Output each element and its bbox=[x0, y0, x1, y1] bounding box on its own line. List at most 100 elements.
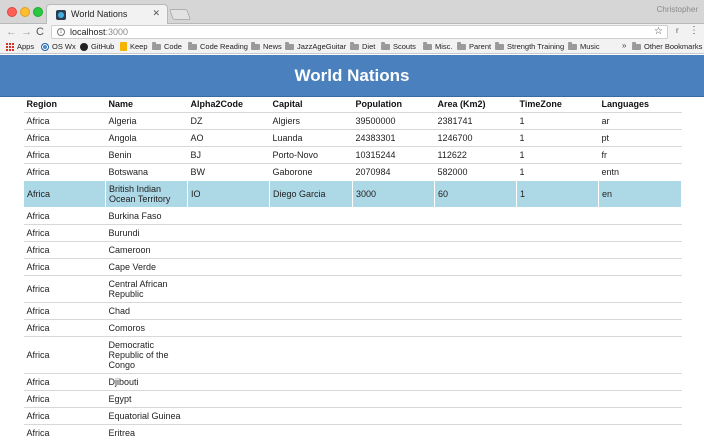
window-zoom-button[interactable] bbox=[33, 7, 43, 17]
cell-timezone bbox=[516, 389, 599, 407]
cell-name: Benin bbox=[105, 145, 188, 163]
cell-alpha2code: IO bbox=[187, 179, 270, 208]
bookmark-scouts[interactable]: Scouts bbox=[381, 41, 416, 52]
table-row[interactable]: Africa Djibouti bbox=[23, 372, 682, 390]
table-row[interactable]: Africa Cape Verde bbox=[23, 257, 682, 275]
cell-alpha2code bbox=[187, 318, 270, 336]
page-title: World Nations bbox=[294, 65, 410, 85]
reload-icon[interactable]: C bbox=[36, 25, 44, 39]
keep-icon bbox=[120, 42, 127, 51]
cell-population bbox=[352, 206, 435, 224]
cell-region: Africa bbox=[23, 257, 106, 275]
bookmark-label: JazzAgeGuitar bbox=[297, 42, 347, 51]
table-row[interactable]: Africa Comoros bbox=[23, 318, 682, 336]
cell-timezone bbox=[516, 240, 599, 258]
cell-area bbox=[434, 301, 517, 319]
profile-name[interactable]: Christopher bbox=[657, 5, 698, 14]
cell-region: Africa bbox=[23, 372, 106, 390]
url-text[interactable]: localhost:3000 bbox=[70, 27, 128, 37]
back-arrow-icon[interactable]: ← bbox=[6, 25, 17, 39]
cell-area bbox=[434, 372, 517, 390]
bookmark-label: OS Wx bbox=[52, 42, 76, 51]
cell-name: Cape Verde bbox=[105, 257, 188, 275]
bookmarks-overflow-icon[interactable]: » bbox=[622, 41, 626, 50]
cell-region: Africa bbox=[23, 179, 106, 208]
forward-arrow-icon[interactable]: → bbox=[21, 25, 32, 39]
browser-menu-icon[interactable]: ⋮ bbox=[689, 25, 699, 37]
bookmark-parent[interactable]: Parent bbox=[457, 41, 491, 52]
cell-alpha2code: BW bbox=[187, 162, 270, 180]
window-close-button[interactable] bbox=[7, 7, 17, 17]
column-header-population[interactable]: Population bbox=[353, 97, 435, 112]
info-icon[interactable]: i bbox=[57, 28, 65, 36]
table-row[interactable]: Africa Equatorial Guinea bbox=[23, 406, 682, 424]
apps-grid-icon bbox=[6, 42, 14, 51]
table-row[interactable]: Africa Burundi bbox=[23, 223, 682, 241]
column-header-timezone[interactable]: TimeZone bbox=[517, 97, 599, 112]
cell-population bbox=[352, 423, 435, 440]
column-header-region[interactable]: Region bbox=[24, 97, 106, 112]
extension-icon[interactable]: r bbox=[676, 26, 679, 35]
bookmark-github[interactable]: GitHub bbox=[80, 41, 114, 52]
column-header-alpha2code[interactable]: Alpha2Code bbox=[188, 97, 270, 112]
cell-alpha2code bbox=[187, 335, 270, 373]
bookmark-label: Misc. bbox=[435, 42, 453, 51]
table-row[interactable]: Africa Benin BJ Porto-Novo 10315244 112622 1 fr bbox=[23, 145, 682, 163]
cell-name: Burkina Faso bbox=[105, 206, 188, 224]
bookmark-keep[interactable]: Keep bbox=[120, 41, 148, 52]
browser-tab-strip: World Nations ✕ Christopher bbox=[0, 0, 704, 24]
table-row[interactable]: Africa Burkina Faso bbox=[23, 206, 682, 224]
cell-name: Chad bbox=[105, 301, 188, 319]
cell-population bbox=[352, 274, 435, 302]
column-header-area[interactable]: Area (Km2) bbox=[435, 97, 517, 112]
new-tab-button[interactable] bbox=[168, 9, 192, 20]
table-row[interactable]: Africa Central African Republic bbox=[23, 274, 682, 302]
cell-timezone: 1 bbox=[516, 128, 599, 146]
column-header-capital[interactable]: Capital bbox=[270, 97, 353, 112]
cell-capital bbox=[269, 318, 353, 336]
cell-capital: Algiers bbox=[269, 111, 353, 129]
table-row[interactable]: Africa Egypt bbox=[23, 389, 682, 407]
browser-tab-active[interactable]: World Nations ✕ bbox=[46, 4, 168, 24]
bookmark-strength-training[interactable]: Strength Training bbox=[495, 41, 564, 52]
bookmark-label: Strength Training bbox=[507, 42, 565, 51]
tab-title: World Nations bbox=[71, 9, 128, 19]
bookmark-code[interactable]: Code bbox=[152, 41, 182, 52]
cell-area bbox=[434, 257, 517, 275]
table-row[interactable]: Africa Algeria DZ Algiers 39500000 2381741 1 ar bbox=[23, 111, 682, 129]
bookmark-label: Parent bbox=[469, 42, 492, 51]
cell-region: Africa bbox=[23, 389, 106, 407]
bookmark-code-reading[interactable]: Code Reading bbox=[188, 41, 248, 52]
address-bar[interactable]: i localhost:3000 ☆ bbox=[51, 25, 668, 39]
bookmark-star-icon[interactable]: ☆ bbox=[654, 26, 663, 37]
column-header-name[interactable]: Name bbox=[106, 97, 188, 112]
window-minimize-button[interactable] bbox=[20, 7, 30, 17]
cell-area bbox=[434, 389, 517, 407]
column-header-languages[interactable]: Languages bbox=[599, 97, 682, 112]
table-row[interactable]: Africa Chad bbox=[23, 301, 682, 319]
bookmark-os-wx[interactable]: OS Wx bbox=[41, 41, 76, 52]
cell-population bbox=[352, 406, 435, 424]
table-row[interactable]: Africa Angola AO Luanda 24383301 1246700 1 pt bbox=[23, 128, 682, 146]
close-icon[interactable]: ✕ bbox=[152, 8, 160, 19]
table-row[interactable]: Africa Eritrea bbox=[23, 423, 682, 440]
bookmark-misc[interactable]: Misc. bbox=[423, 41, 453, 52]
bookmark-other-bookmarks[interactable]: Other Bookmarks bbox=[632, 41, 702, 52]
bookmark-label: Diet bbox=[362, 42, 376, 51]
cell-capital bbox=[269, 389, 353, 407]
bookmark-news[interactable]: News bbox=[251, 41, 282, 52]
bookmark-jazzageguitar[interactable]: JazzAgeGuitar bbox=[285, 41, 346, 52]
bookmark-apps[interactable]: Apps bbox=[6, 41, 34, 52]
table-row[interactable]: Africa Botswana BW Gaborone 2070984 582000 1 en… bbox=[23, 162, 682, 180]
table-row-selected[interactable]: Africa British Indian Ocean Territory IO Di… bbox=[23, 179, 682, 208]
bookmark-label: Apps bbox=[17, 42, 35, 51]
cell-languages bbox=[598, 301, 682, 319]
cell-capital bbox=[269, 335, 353, 373]
bookmark-diet[interactable]: Diet bbox=[350, 41, 375, 52]
cell-timezone: 1 bbox=[516, 179, 599, 208]
table-row[interactable]: Africa Democratic Republic of the Congo bbox=[23, 335, 682, 373]
cell-capital bbox=[269, 223, 353, 241]
table-row[interactable]: Africa Cameroon bbox=[23, 240, 682, 258]
bookmark-music[interactable]: Music bbox=[568, 41, 600, 52]
folder-icon bbox=[568, 42, 577, 50]
